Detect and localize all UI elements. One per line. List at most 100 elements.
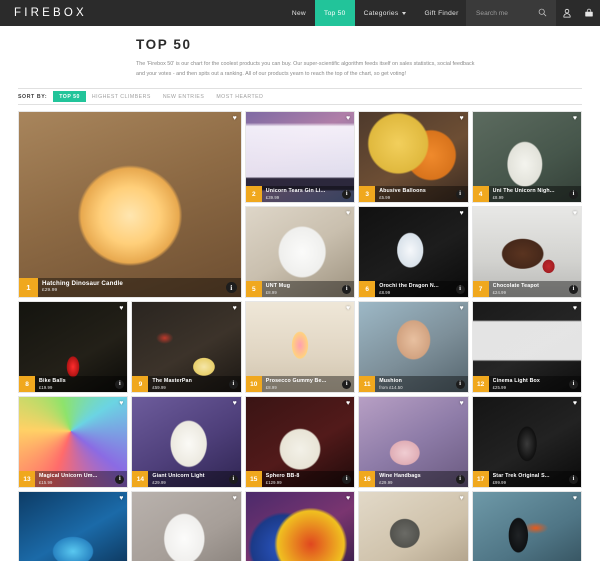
info-icon[interactable]: i (228, 474, 238, 484)
product-card[interactable]: ♥ 3 Abusive Balloons £5.99 i (358, 111, 469, 203)
info-icon[interactable]: i (569, 379, 578, 389)
rank-badge: 5 (245, 281, 262, 297)
product-price: £29.99 (152, 480, 166, 486)
product-card[interactable]: ♥ 8 Bike Balls £19.99 i (18, 301, 129, 393)
product-overlay: 17 Star Trek Original S... £99.99 (472, 471, 581, 487)
heart-icon[interactable]: ♥ (459, 305, 463, 312)
info-icon[interactable]: i (569, 474, 578, 484)
nav-item-top-50[interactable]: Top 50 (314, 0, 355, 26)
heart-icon[interactable]: ♥ (119, 305, 123, 312)
sort-option-top-50[interactable]: TOP 50 (53, 91, 86, 102)
heart-icon[interactable]: ♥ (233, 400, 237, 407)
info-icon[interactable]: i (115, 474, 125, 484)
heart-icon[interactable]: ♥ (459, 495, 463, 502)
heart-icon[interactable]: ♥ (573, 210, 577, 217)
nav-item-new[interactable]: New (283, 0, 315, 26)
product-card[interactable]: ♥ 10 Prosecco Gummy Be... £8.99 i (244, 301, 356, 393)
heart-icon[interactable]: ♥ (459, 400, 463, 407)
heart-icon[interactable]: ♥ (119, 400, 123, 407)
nav-item-categories[interactable]: Categories (355, 0, 416, 26)
sort-option-most-hearted[interactable]: MOST HEARTED (210, 91, 269, 102)
heart-icon[interactable]: ♥ (573, 305, 577, 312)
product-card[interactable]: ♥ 9 The MasterPan £59.99 i (131, 301, 242, 393)
nav-item-label: New (291, 9, 306, 17)
product-card[interactable]: ♥21The Artisan Cheese ...£24.99i (358, 491, 469, 561)
product-card[interactable]: ♥ 17 Star Trek Original S... £99.99 i (471, 396, 582, 488)
heart-icon[interactable]: ♥ (346, 400, 350, 407)
info-icon[interactable]: i (455, 474, 465, 484)
product-card[interactable]: ♥ 12 Cinema Light Box £25.99 i (471, 301, 582, 393)
product-card[interactable]: ♥ 15 Sphero BB-8 £129.99 i (244, 396, 356, 488)
info-icon[interactable]: i (455, 284, 465, 294)
shopping-bag-icon[interactable] (578, 0, 600, 26)
search-input[interactable] (476, 9, 538, 17)
heart-icon[interactable]: ♥ (119, 495, 123, 502)
rank-badge: 10 (245, 376, 262, 392)
info-icon[interactable]: i (569, 284, 578, 294)
heart-icon[interactable]: ♥ (346, 210, 350, 217)
product-card[interactable]: ♥ 2 Unicorn Tears Gin Li... £39.99 i (244, 111, 356, 203)
product-card[interactable]: ♥ 1 Hatching Dinosaur Candle £29.99 i (18, 111, 242, 298)
heart-icon[interactable]: ♥ (573, 495, 577, 502)
product-name: Cinema Light Box (492, 378, 541, 384)
sort-option-highest-climbers[interactable]: HIGHEST CLIMBERS (86, 91, 157, 102)
product-price: £25.99 (492, 385, 507, 391)
product-card[interactable]: ♥ 11 Mushion from £14.50 i (358, 301, 469, 393)
brand-logo[interactable]: FIREBOX (0, 7, 87, 19)
product-name: Giant Unicorn Light (152, 473, 205, 479)
product-meta: Unicorn Tears Gin Li... £39.99 (261, 186, 355, 202)
nav-item-label: Top 50 (323, 9, 346, 17)
product-card[interactable]: ♥ 16 Wine Handbags £29.99 i (358, 396, 469, 488)
heart-icon[interactable]: ♥ (459, 115, 463, 122)
search-box[interactable] (466, 0, 556, 26)
heart-icon[interactable]: ♥ (573, 115, 577, 122)
info-icon[interactable]: i (455, 189, 465, 199)
product-price: £39.99 (265, 195, 280, 201)
product-card[interactable]: ♥ 13 Magical Unicorn Um... £15.99 i (18, 396, 129, 488)
product-card[interactable]: ♥ 6 Orochi the Dragon N... £8.99 i (358, 206, 469, 298)
info-icon[interactable]: i (342, 474, 352, 484)
info-icon[interactable]: i (342, 284, 352, 294)
product-overlay: 10 Prosecco Gummy Be... £8.99 (245, 376, 355, 392)
product-card[interactable]: ♥20Solar System Drinkin...£49.99i (244, 491, 356, 561)
site-header: FIREBOX New Top 50 Categories Gift Finder (0, 0, 600, 26)
heart-icon[interactable]: ♥ (459, 210, 463, 217)
heart-icon[interactable]: ♥ (233, 305, 237, 312)
product-name: Mushion (379, 378, 403, 384)
info-icon[interactable]: i (342, 189, 352, 199)
page-title: TOP 50 (136, 37, 192, 52)
info-icon[interactable]: i (569, 189, 578, 199)
heart-icon[interactable]: ♥ (346, 115, 350, 122)
product-meta: Magical Unicorn Um... £15.99 (35, 471, 128, 487)
heart-icon[interactable]: ♥ (233, 115, 237, 122)
heart-icon[interactable]: ♥ (346, 305, 350, 312)
product-card[interactable]: ♥19I F*cking Love You M...£7.99i (131, 491, 242, 561)
heart-icon[interactable]: ♥ (573, 400, 577, 407)
product-name: Sphero BB-8 (265, 473, 300, 479)
search-icon[interactable] (538, 4, 547, 22)
product-card[interactable]: ♥ 4 Uni The Unicorn Nigh... £8.99 i (471, 111, 582, 203)
product-card[interactable]: ♥18Underwater Disco Li...£7.99i (18, 491, 129, 561)
heart-icon[interactable]: ♥ (233, 495, 237, 502)
product-image-art (19, 112, 241, 297)
sort-option-new-entries[interactable]: NEW ENTRIES (157, 91, 211, 102)
info-icon[interactable]: i (115, 379, 125, 389)
info-icon[interactable]: i (342, 379, 352, 389)
info-icon[interactable]: i (455, 379, 465, 389)
user-icon[interactable] (556, 0, 578, 26)
nav-item-gift-finder[interactable]: Gift Finder (415, 0, 467, 26)
product-meta: Giant Unicorn Light £29.99 (148, 471, 241, 487)
info-icon[interactable]: i (225, 282, 237, 293)
product-price: £29.99 (42, 288, 58, 294)
product-card[interactable]: ♥ 7 Chocolate Teapot £24.99 i (471, 206, 582, 298)
product-card[interactable]: ♥ 5 UNT Mug £8.99 i (244, 206, 356, 298)
product-meta: The MasterPan £59.99 (148, 376, 241, 392)
heart-icon[interactable]: ♥ (346, 495, 350, 502)
product-image (472, 492, 581, 561)
rank-badge: 13 (19, 471, 35, 487)
product-price: £29.99 (379, 480, 393, 486)
product-card[interactable]: ♥ 14 Giant Unicorn Light £29.99 i (131, 396, 242, 488)
rank-badge: 8 (19, 376, 35, 392)
info-icon[interactable]: i (228, 379, 238, 389)
product-card[interactable]: ♥22Grip Stripfrom £6.99i (471, 491, 582, 561)
